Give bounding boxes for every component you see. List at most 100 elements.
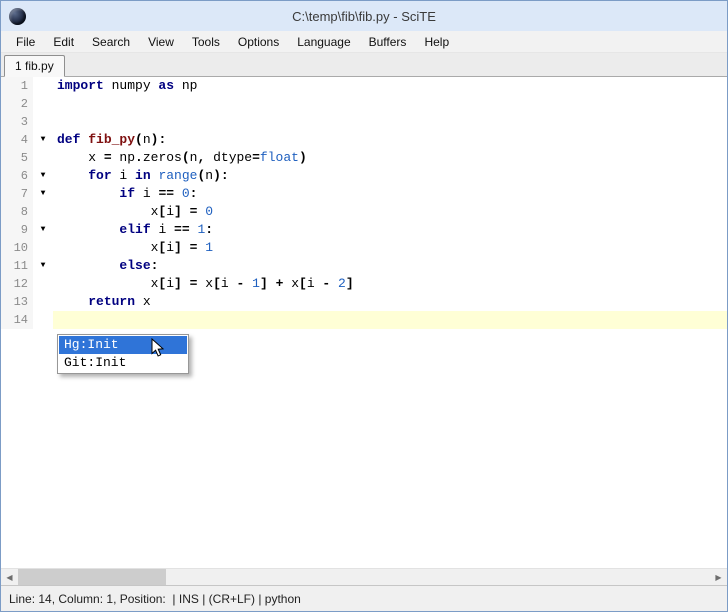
code-token: ] [174,240,182,255]
code-token: elif [119,222,151,237]
fold-marker-icon[interactable]: ▼ [33,131,53,149]
menu-language[interactable]: Language [288,32,359,52]
code-line-12[interactable]: 12 x[i] = x[i - 1] + x[i - 2] [1,275,727,293]
code-line-14[interactable]: 14 [1,311,727,329]
menubar: File Edit Search View Tools Options Language Bu… [1,31,727,53]
code-text: x[i] = 0 [53,203,727,221]
code-token: numpy [103,78,159,93]
code-token: def [57,132,81,147]
code-line-9[interactable]: 9 ▼ elif i == 1: [1,221,727,239]
code-line-11[interactable]: 11 ▼ else: [1,257,727,275]
line-number: 4 [1,131,33,149]
line-number: 3 [1,113,33,131]
code-token: [ [213,276,221,291]
code-token: [ [299,276,307,291]
editor[interactable]: 1 import numpy as np 2 3 4 ▼ def fib_py(n): 5 x… [1,77,727,568]
code-token: n [142,132,151,147]
line-number: 1 [1,77,33,95]
popup-item-git-init[interactable]: Git:Init [59,354,187,372]
code-token: in [135,168,151,183]
code-token: i [306,276,323,291]
code-token: for [88,168,112,183]
code-line-5[interactable]: 5 x = np.zeros(n, dtype=float) [1,149,727,167]
code-text: else: [53,257,727,275]
titlebar[interactable]: C:\temp\fib\fib.py - SciTE [1,1,727,31]
code-token: i [166,204,175,219]
window-title: C:\temp\fib\fib.py - SciTE [292,8,436,24]
code-token: 1 [252,276,260,291]
code-line-8[interactable]: 8 x[i] = 0 [1,203,727,221]
code-token: = [103,150,112,165]
code-token: x [197,276,214,291]
fold-marker-icon[interactable]: ▼ [33,185,53,203]
code-token: import [57,78,104,93]
menu-tools[interactable]: Tools [183,32,229,52]
horizontal-scrollbar[interactable]: ◀ ▶ [1,568,727,585]
code-token: fib_py [88,132,136,147]
code-text: for i in range(n): [53,167,727,185]
code-line-6[interactable]: 6 ▼ for i in range(n): [1,167,727,185]
code-area: 1 import numpy as np 2 3 4 ▼ def fib_py(n): 5 x… [1,77,727,329]
fold-marker-icon[interactable]: ▼ [33,167,53,185]
menu-file[interactable]: File [7,32,44,52]
code-line-3[interactable]: 3 [1,113,727,131]
code-line-4[interactable]: 4 ▼ def fib_py(n): [1,131,727,149]
scrollbar-thumb[interactable] [18,569,166,585]
code-token: x [57,240,159,255]
menu-view[interactable]: View [139,32,183,52]
menu-search[interactable]: Search [83,32,139,52]
menu-buffers[interactable]: Buffers [360,32,416,52]
scroll-right-button[interactable]: ▶ [710,569,727,585]
code-text: elif i == 1: [53,221,727,239]
code-text: x[i] = 1 [53,239,727,257]
code-line-1[interactable]: 1 import numpy as np [1,77,727,95]
tab-fib-py[interactable]: 1 fib.py [4,55,65,77]
code-text: x[i] = x[i - 1] + x[i - 2] [53,275,727,293]
code-token: x [57,150,104,165]
code-token: 0 [205,204,214,219]
fold-margin [33,293,53,311]
code-token: = [252,150,260,165]
code-line-2[interactable]: 2 [1,95,727,113]
fold-margin [33,95,53,113]
menu-options[interactable]: Options [229,32,288,52]
code-line-10[interactable]: 10 x[i] = 1 [1,239,727,257]
fold-margin [33,239,53,257]
code-token: . [135,150,143,165]
fold-marker-icon[interactable]: ▼ [33,221,53,239]
popup-item-hg-init[interactable]: Hg:Init [59,336,187,354]
scroll-left-button[interactable]: ◀ [1,569,18,585]
scrollbar-track[interactable] [18,569,710,585]
code-token: as [158,78,175,93]
line-number: 14 [1,311,33,329]
menu-edit[interactable]: Edit [44,32,83,52]
fold-marker-icon[interactable]: ▼ [33,257,53,275]
code-token: i [150,222,175,237]
code-line-13[interactable]: 13 return x [1,293,727,311]
code-token: == [174,222,190,237]
code-token: ): [150,132,167,147]
menu-help[interactable]: Help [415,32,458,52]
fold-margin [33,113,53,131]
code-token: ( [135,132,143,147]
code-token: == [158,186,175,201]
code-token: i [220,276,237,291]
code-line-7[interactable]: 7 ▼ if i == 0: [1,185,727,203]
tabbar: 1 fib.py [1,53,727,77]
code-text: def fib_py(n): [53,131,727,149]
code-token: ] [345,276,354,291]
line-number: 11 [1,257,33,275]
code-text: return x [53,293,727,311]
code-token: 1 [205,240,214,255]
line-number: 8 [1,203,33,221]
code-token: 0 [181,186,190,201]
